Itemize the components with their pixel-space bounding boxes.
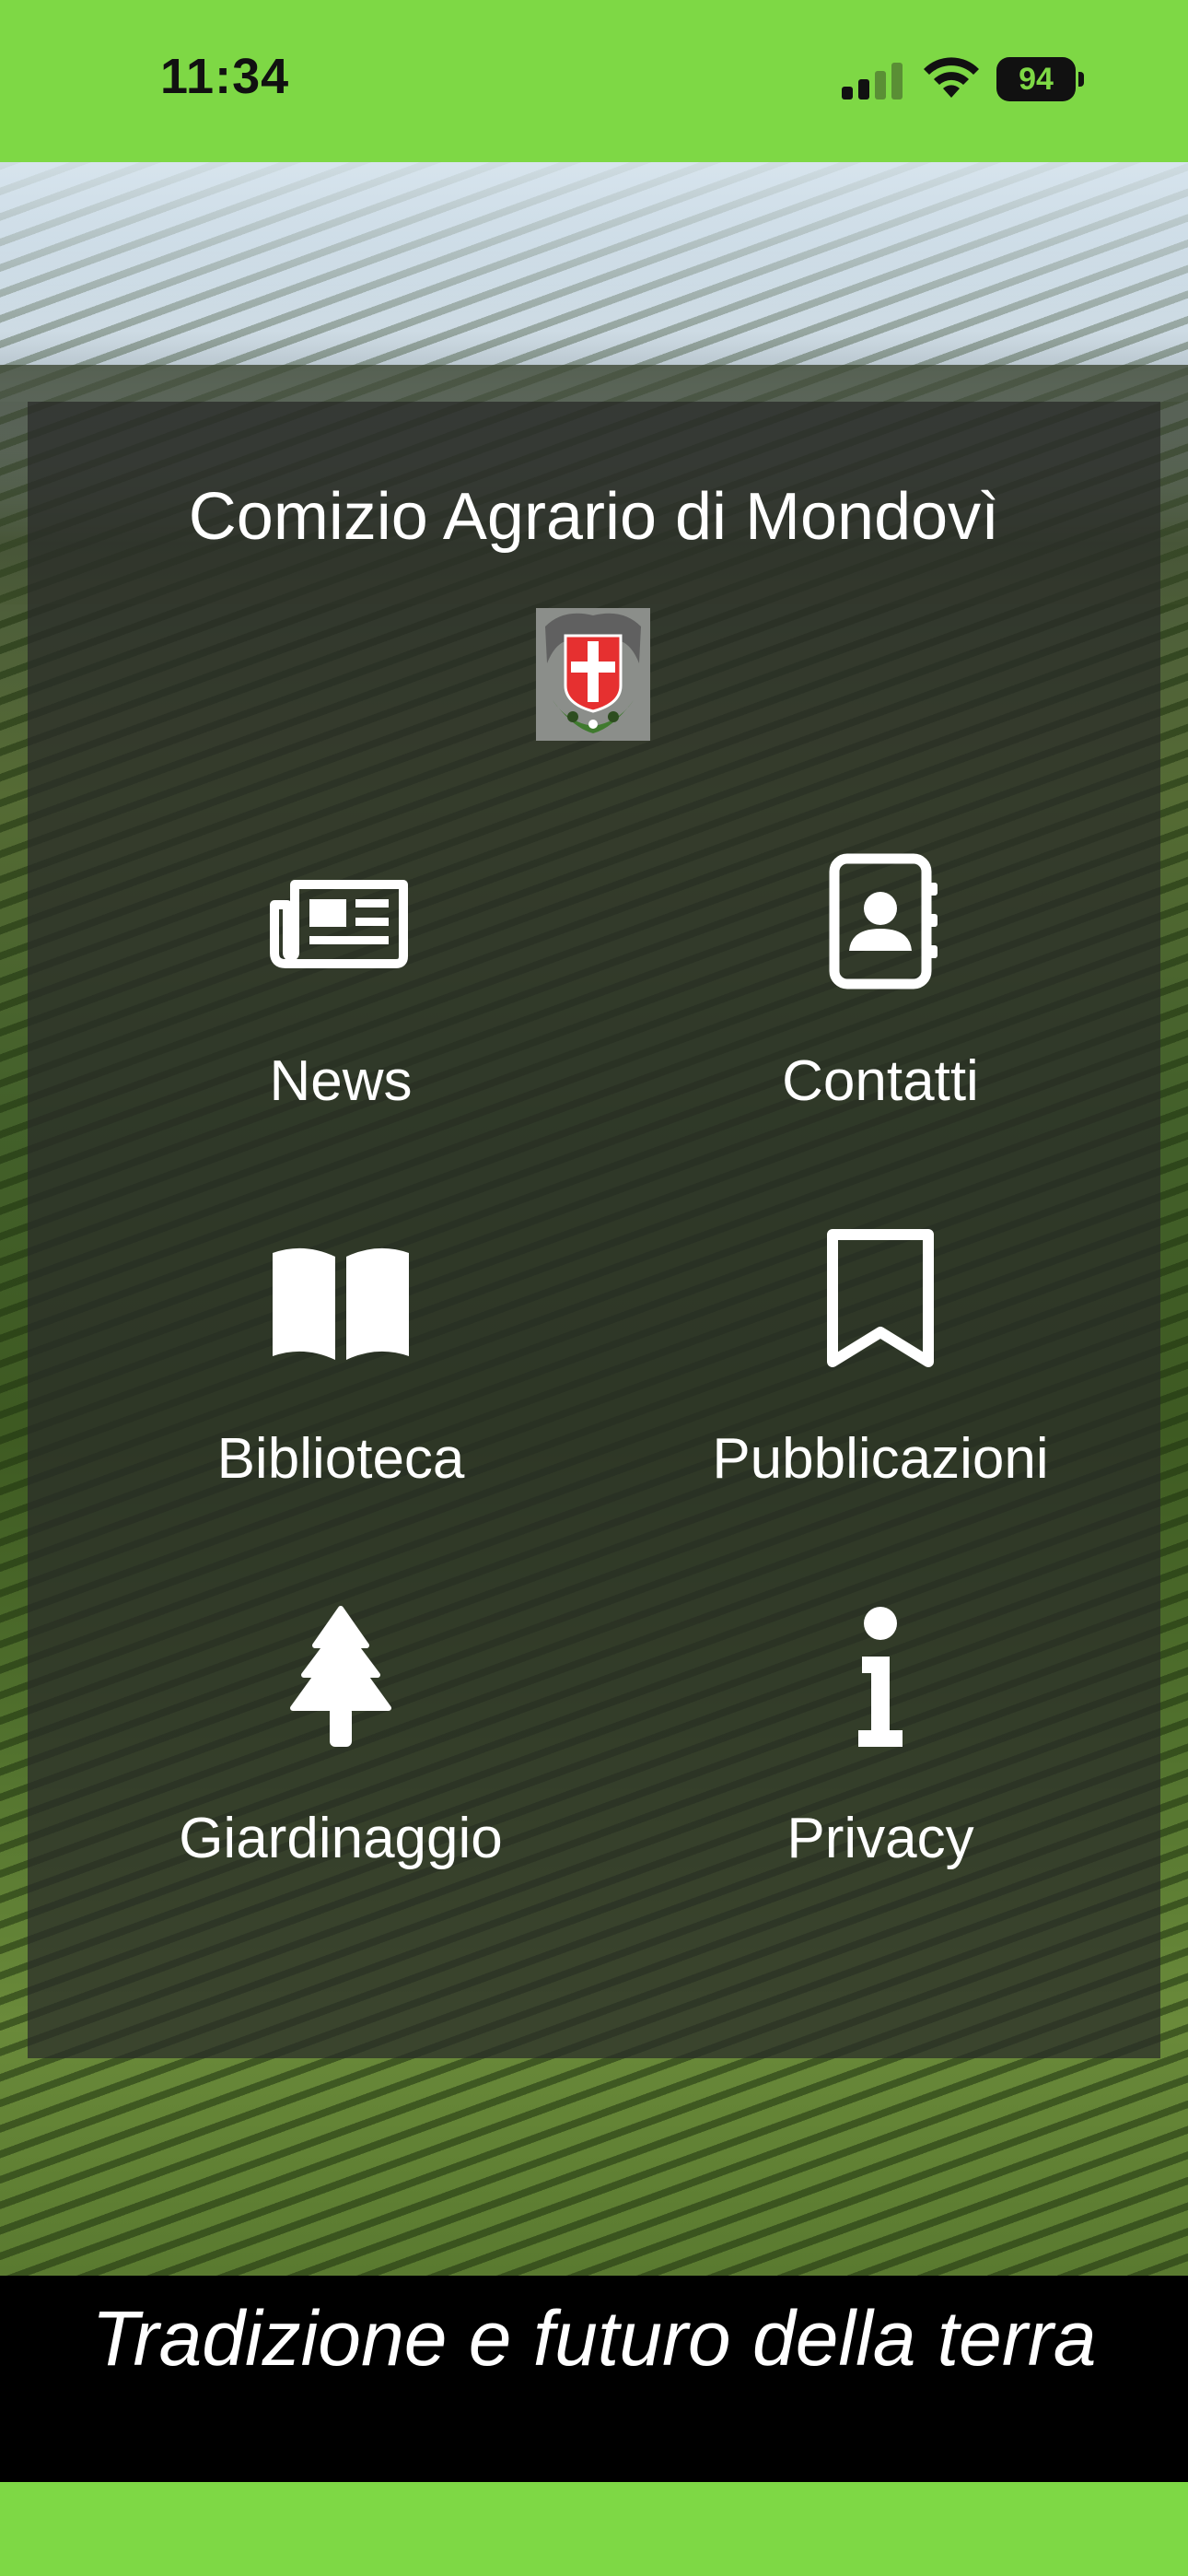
tree-icon	[290, 1606, 391, 1747]
menu-item-contatti[interactable]: Contatti	[623, 848, 1138, 1142]
menu-item-pubblicazioni[interactable]: Pubblicazioni	[623, 1225, 1138, 1520]
menu-item-privacy[interactable]: Privacy	[623, 1605, 1138, 1900]
battery-indicator: 94	[996, 57, 1085, 103]
status-bar: 11:34 94	[0, 0, 1188, 162]
wifi-icon	[924, 57, 979, 98]
info-icon	[858, 1607, 903, 1747]
newspaper-icon	[270, 880, 408, 968]
cellular-signal-icon	[842, 63, 903, 100]
tagline-text: Tradizione e futuro della terra	[91, 2295, 1097, 2382]
menu-label-news: News	[269, 1049, 413, 1113]
menu-label-giardinaggio: Giardinaggio	[179, 1807, 503, 1870]
bookmark-icon	[827, 1229, 934, 1367]
battery-cap	[1078, 72, 1084, 87]
menu-label-biblioteca: Biblioteca	[216, 1427, 465, 1491]
menu-item-giardinaggio[interactable]: Giardinaggio	[83, 1605, 599, 1900]
main-menu-panel: Comizio Agrario di Mondovì News Contatti…	[28, 402, 1160, 2058]
address-book-icon	[829, 853, 938, 989]
menu-item-biblioteca[interactable]: Biblioteca	[83, 1225, 599, 1520]
status-time: 11:34	[160, 49, 290, 104]
menu-label-pubblicazioni: Pubblicazioni	[712, 1427, 1049, 1491]
coat-of-arms-logo	[536, 608, 650, 741]
menu-label-privacy: Privacy	[786, 1807, 974, 1870]
open-book-icon	[273, 1247, 409, 1360]
app-title: Comizio Agrario di Mondovì	[188, 480, 1000, 554]
menu-item-news[interactable]: News	[83, 848, 599, 1142]
menu-label-contatti: Contatti	[782, 1049, 979, 1113]
battery-level: 94	[1019, 62, 1054, 97]
bottom-bar	[0, 2482, 1188, 2576]
